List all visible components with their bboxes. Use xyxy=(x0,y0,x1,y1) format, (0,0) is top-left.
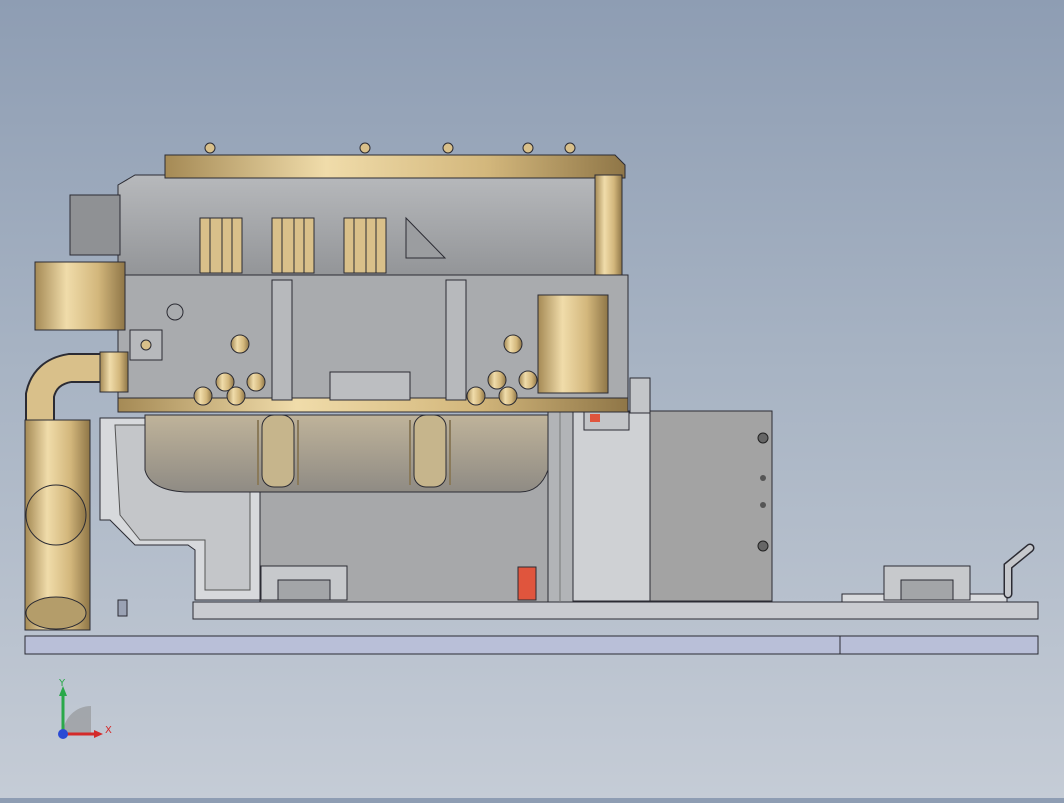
clamp-left xyxy=(260,565,348,601)
red-stop-block xyxy=(517,566,537,601)
tower-fixture xyxy=(571,410,773,602)
x-axis-label: X xyxy=(105,725,112,736)
clamp-right xyxy=(883,565,971,601)
axis-triad: Y X xyxy=(48,676,118,746)
coolant-tank xyxy=(144,414,549,493)
x-axis-head xyxy=(94,730,103,738)
base-rail xyxy=(24,635,1039,655)
triad-plane xyxy=(63,706,91,734)
vertical-post xyxy=(547,409,574,603)
power-module-section xyxy=(117,274,651,431)
bent-tube xyxy=(1003,543,1035,599)
y-axis-label: Y xyxy=(58,678,66,689)
cad-viewport[interactable]: Y X xyxy=(0,0,1064,798)
z-axis-dot xyxy=(58,729,68,739)
model-view[interactable] xyxy=(0,0,1064,798)
inverter-housing xyxy=(117,142,626,276)
